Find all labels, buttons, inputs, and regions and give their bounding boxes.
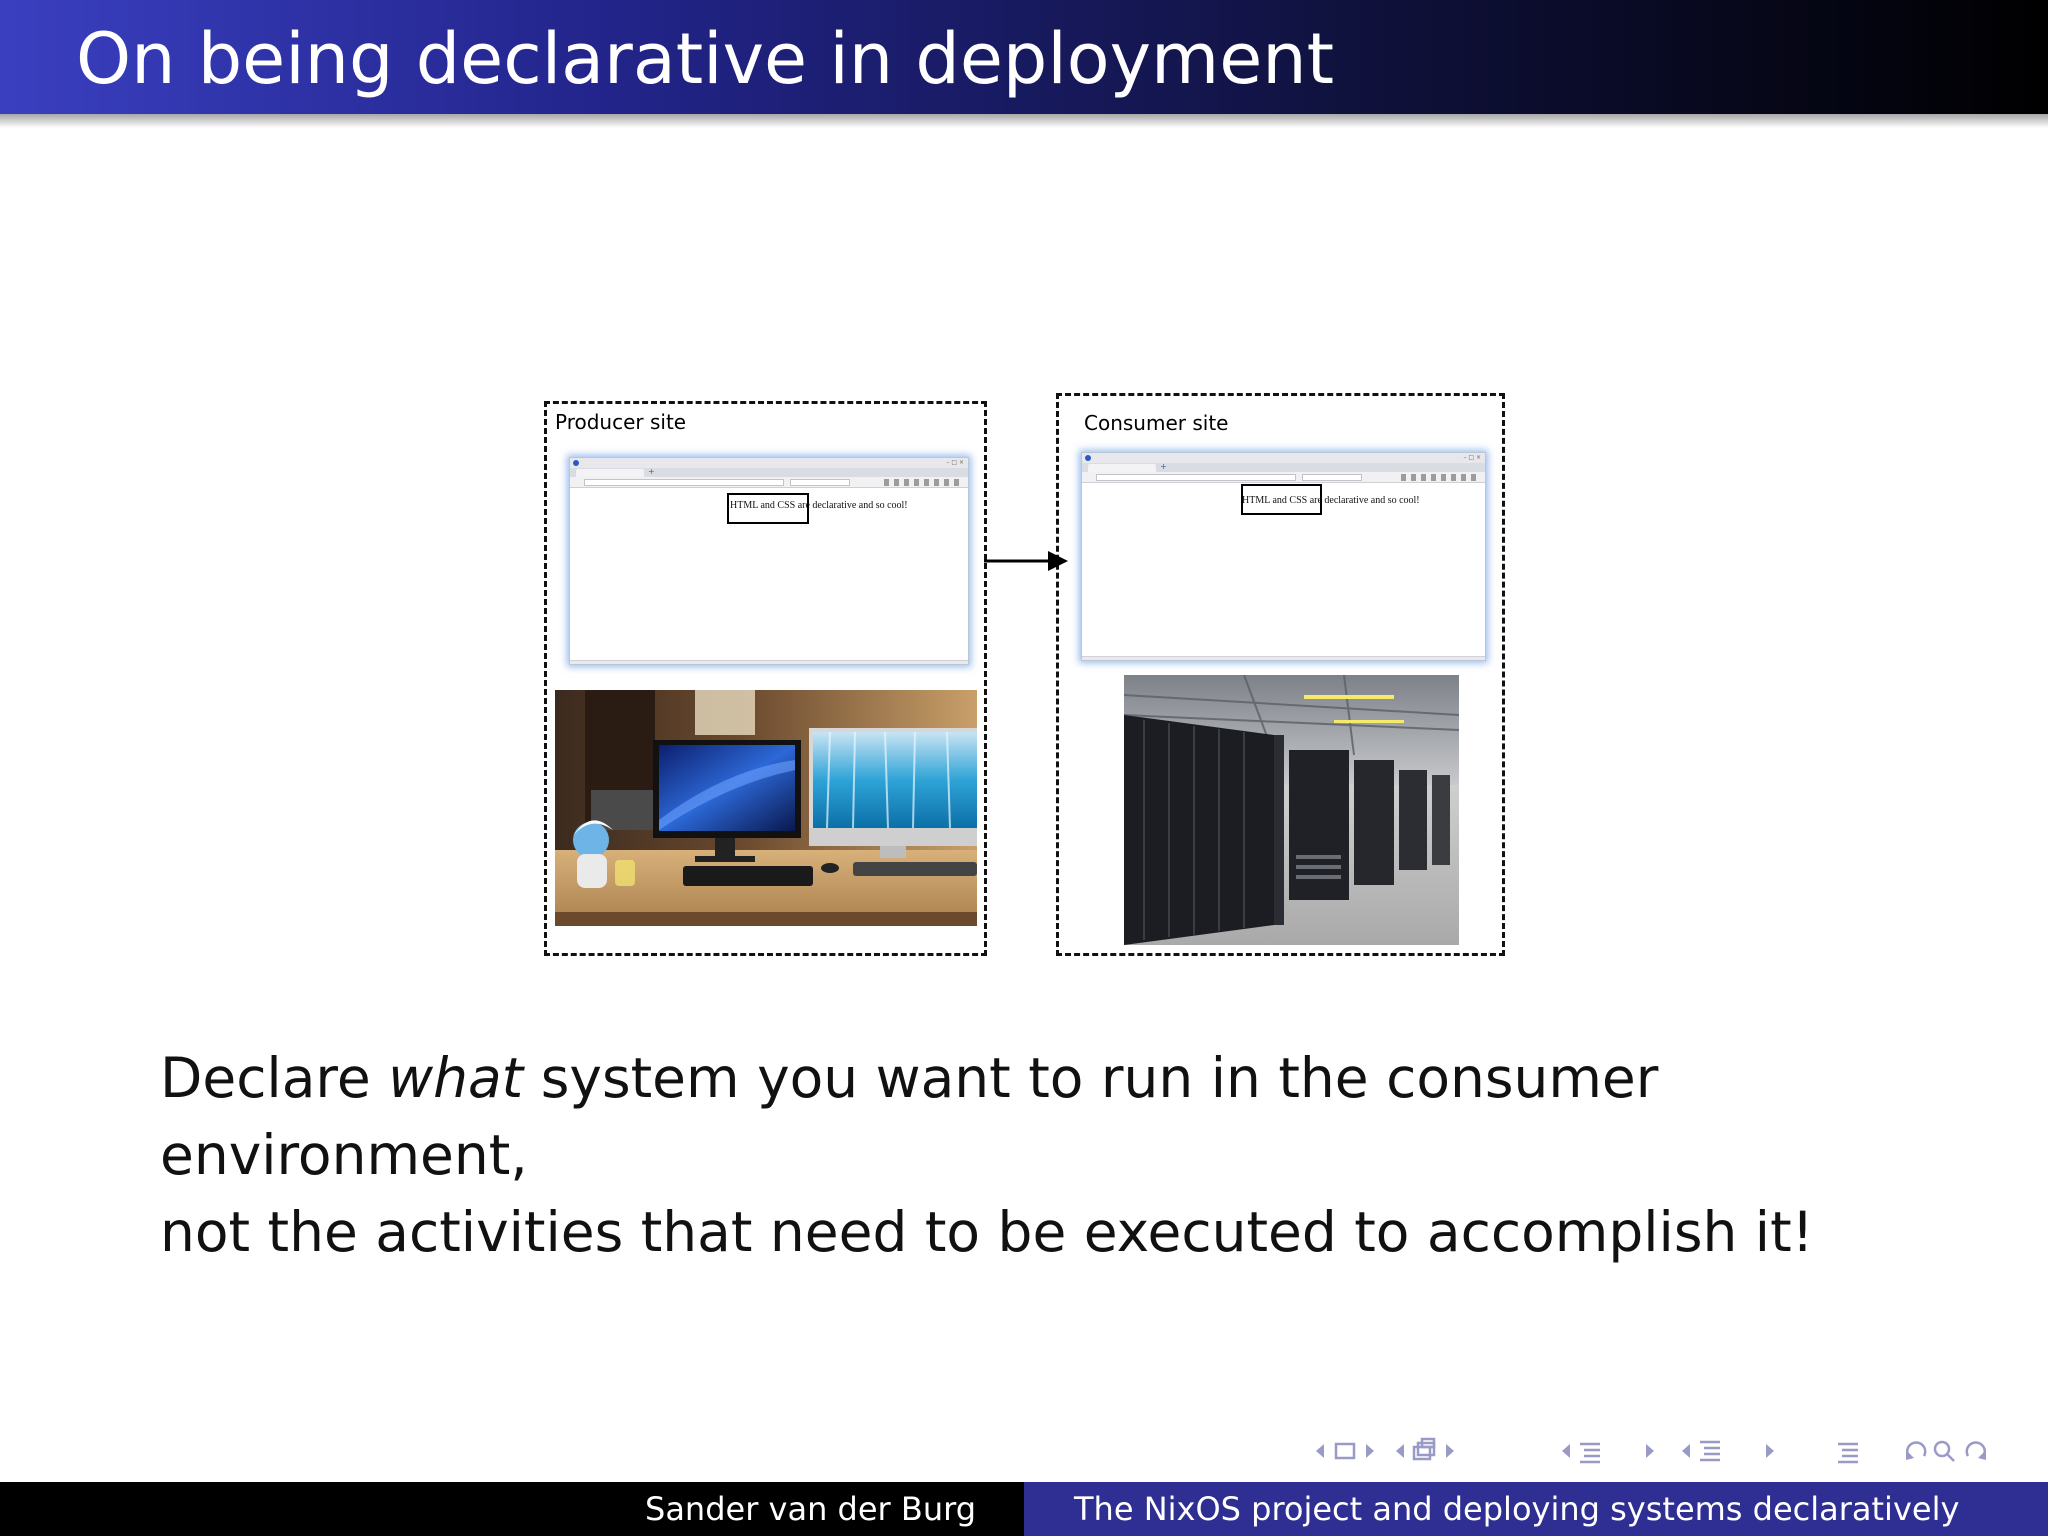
browser-url-field: [584, 479, 784, 486]
nav-subsection-prev-icon[interactable]: [1396, 1444, 1404, 1458]
nav-appendix-icon[interactable]: [1838, 1442, 1858, 1464]
browser-content: HTML and CSS are declarative and so cool…: [570, 488, 968, 658]
browser-titlebar: – □ ×: [570, 458, 968, 468]
browser-search-field: [1302, 474, 1362, 481]
browser-tab-strip: +: [1082, 463, 1485, 472]
datacenter-illustration: [1124, 675, 1459, 945]
browser-page-text: HTML and CSS are declarative and so cool…: [1242, 495, 1420, 506]
slide-statement: Declare what system you want to run in t…: [160, 1040, 1960, 1271]
deploy-arrow-icon: [984, 551, 1068, 571]
window-controls-icon: – □ ×: [946, 459, 964, 466]
browser-navbar: [1082, 472, 1485, 483]
nav-doc-next-icon[interactable]: [1766, 1444, 1774, 1458]
producer-site-label: Producer site: [555, 410, 687, 434]
nav-frame-icon[interactable]: [1334, 1442, 1356, 1460]
producer-browser-window: – □ × + HTML and CSS are declarative and…: [569, 457, 969, 665]
nav-frame-prev-icon[interactable]: [1316, 1444, 1324, 1458]
browser-scrollbar: [570, 660, 968, 664]
slide-title: On being declarative in deployment: [76, 18, 1335, 100]
footer-talk-title: The NixOS project and deploying systems …: [1024, 1482, 2048, 1536]
title-shadow: [0, 114, 2048, 128]
browser-scrollbar: [1082, 656, 1485, 660]
consumer-site-label: Consumer site: [1084, 411, 1229, 435]
statement-line-1: Declare what system you want to run in t…: [160, 1040, 1960, 1194]
nav-doc-icon[interactable]: [1700, 1440, 1720, 1462]
nav-back-icon[interactable]: [1905, 1441, 1927, 1460]
nav-subsection-icon[interactable]: [1412, 1437, 1436, 1461]
statement-emphasis: what: [388, 1046, 524, 1110]
new-tab-icon: +: [648, 467, 655, 476]
browser-search-field: [790, 479, 850, 486]
title-bar: On being declarative in deployment: [0, 0, 2048, 114]
browser-toolbar-icons: [884, 479, 964, 486]
window-controls-icon: – □ ×: [1463, 454, 1481, 461]
nav-section-icon[interactable]: [1580, 1442, 1600, 1464]
browser-tab-strip: +: [570, 468, 968, 477]
browser-toolbar-icons: [1401, 474, 1481, 481]
slide-footer: Sander van der Burg The NixOS project an…: [0, 1482, 2048, 1536]
browser-titlebar: – □ ×: [1082, 453, 1485, 463]
nav-section-next-icon[interactable]: [1646, 1444, 1654, 1458]
beamer-navigation-bar: [1316, 1437, 1987, 1464]
nav-search-icon[interactable]: [1933, 1440, 1955, 1462]
consumer-datacenter-photo: [1124, 675, 1459, 945]
browser-navbar: [570, 477, 968, 488]
browser-logo-icon: [573, 460, 579, 466]
statement-line1-pre: Declare: [160, 1046, 389, 1110]
browser-tab: [576, 469, 644, 477]
browser-url-field: [1096, 474, 1296, 481]
producer-desk-photo: [555, 690, 977, 926]
browser-page-text: HTML and CSS are declarative and so cool…: [730, 500, 908, 511]
nav-doc-prev-icon[interactable]: [1682, 1444, 1690, 1458]
browser-content: HTML and CSS are declarative and so cool…: [1082, 483, 1485, 654]
statement-line-2: not the activities that need to be execu…: [160, 1200, 1814, 1264]
desk-illustration: [555, 690, 977, 926]
nav-frame-next-icon[interactable]: [1366, 1444, 1374, 1458]
browser-tab: [1088, 464, 1156, 472]
new-tab-icon: +: [1160, 462, 1167, 471]
browser-logo-icon: [1085, 455, 1091, 461]
consumer-browser-window: – □ × + HTML and CSS are declarative and…: [1081, 452, 1486, 661]
nav-section-prev-icon[interactable]: [1562, 1444, 1570, 1458]
nav-subsection-next-icon[interactable]: [1446, 1444, 1454, 1458]
footer-author: Sander van der Burg: [0, 1482, 1024, 1536]
nav-forward-icon[interactable]: [1965, 1441, 1987, 1460]
